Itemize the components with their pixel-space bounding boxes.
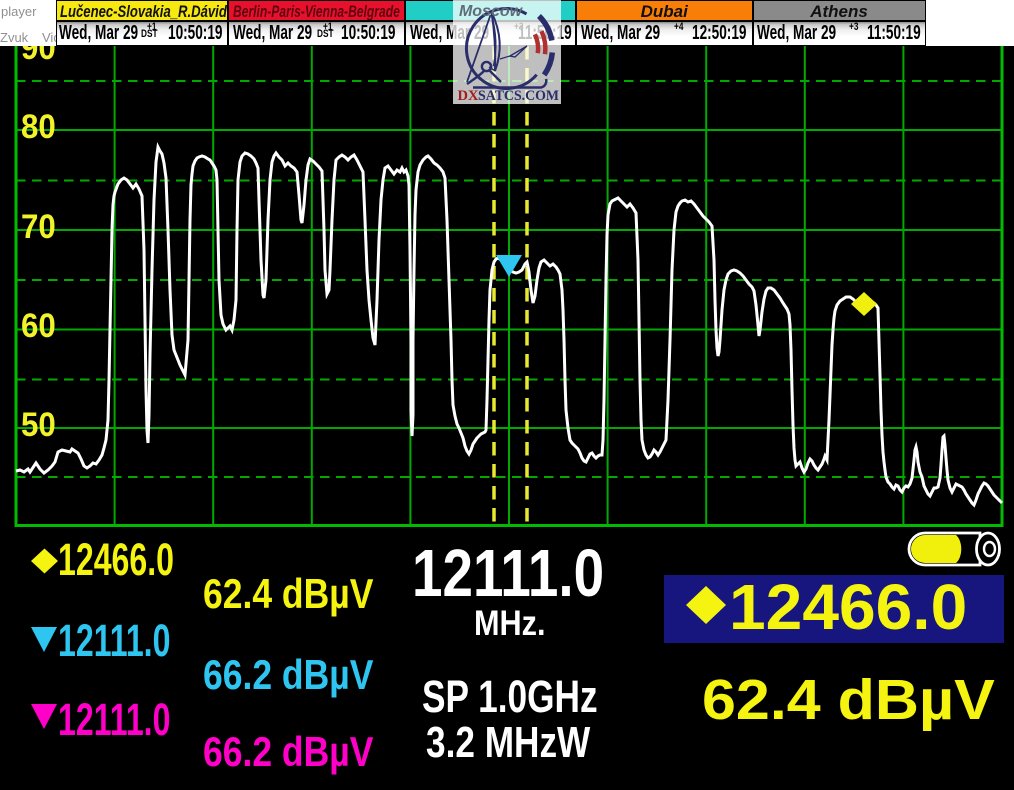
svg-text:SATCS.COM: SATCS.COM [478,88,559,104]
svg-text:DX: DX [458,88,479,104]
